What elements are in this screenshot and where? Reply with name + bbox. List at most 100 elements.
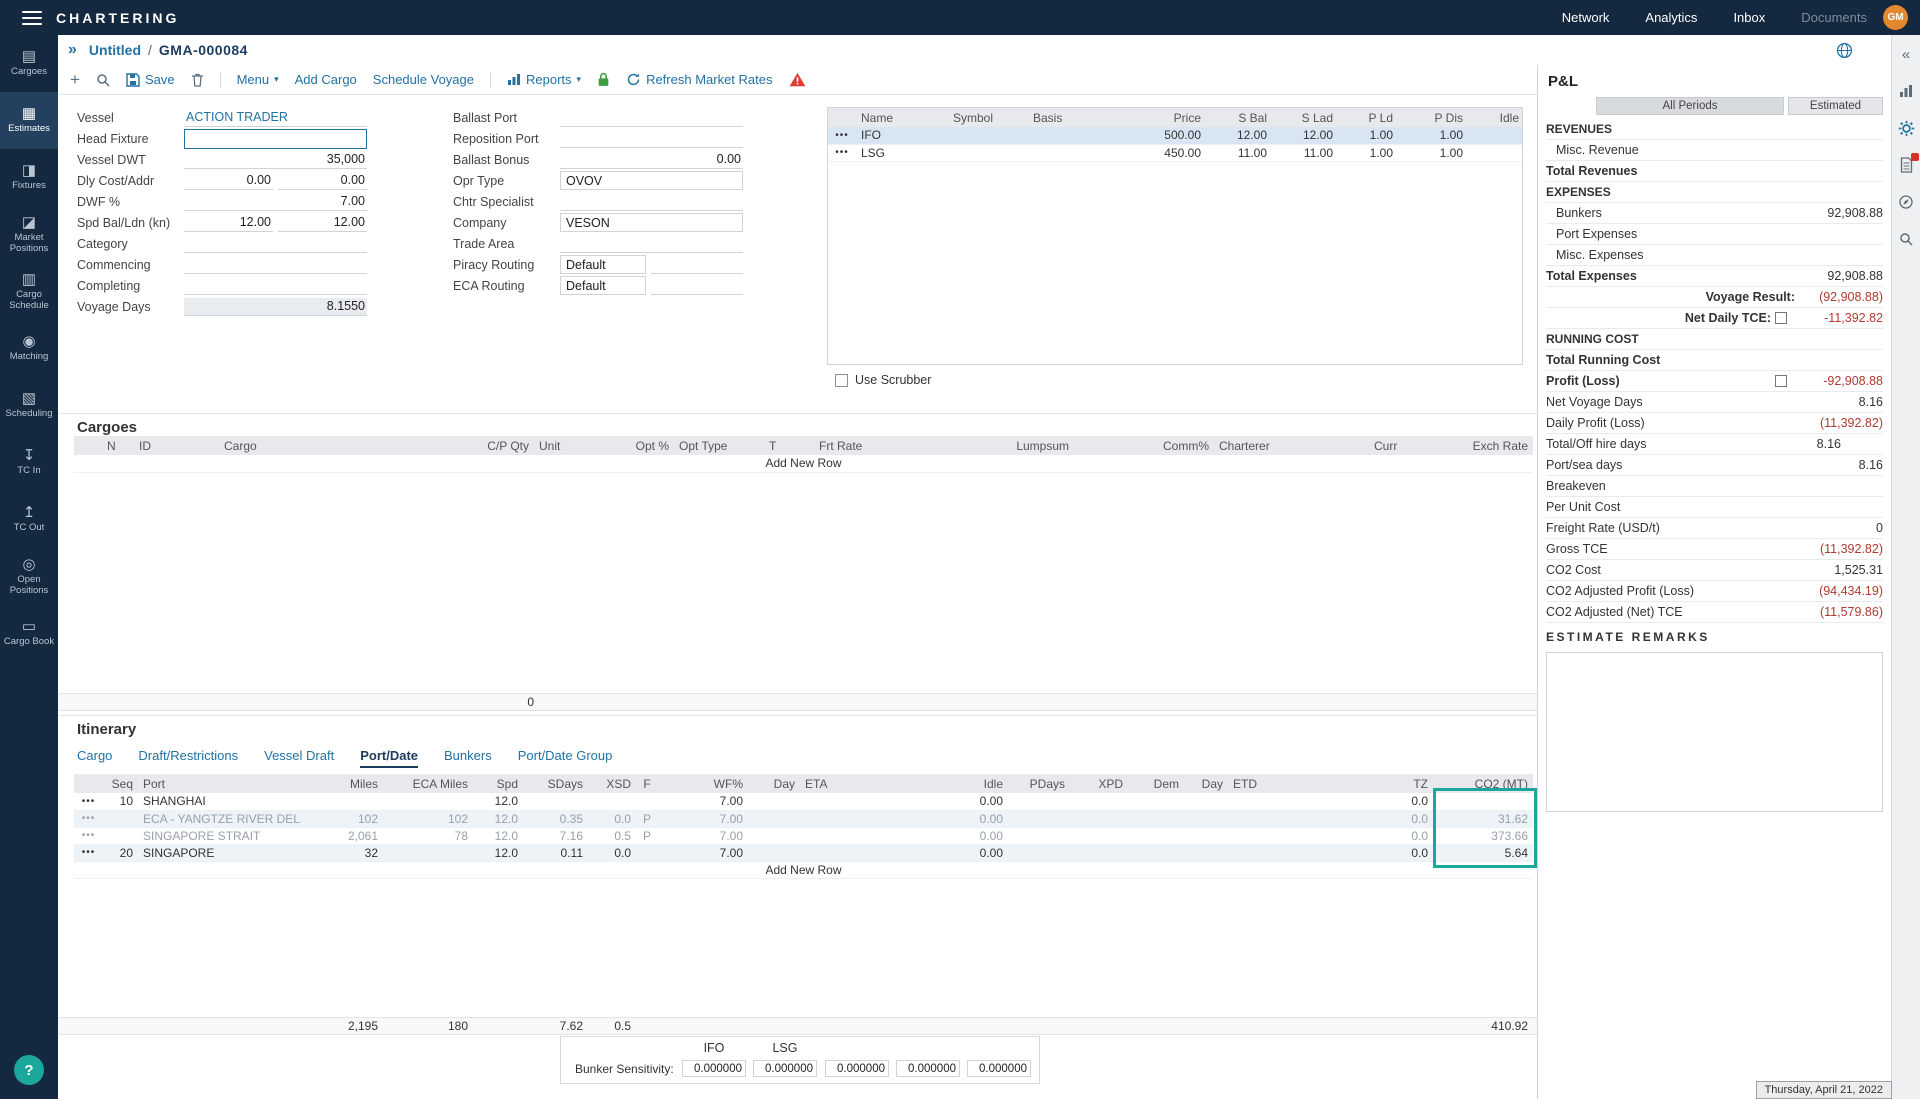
bunker-row[interactable]: •••IFO500.0012.0012.001.001.00 (828, 127, 1523, 144)
menu-button[interactable]: Menu ▾ (237, 72, 279, 87)
field-chtr-specialist[interactable] (560, 193, 743, 211)
bunker-sensitivity-input-4[interactable] (896, 1060, 960, 1077)
lock-button[interactable] (597, 72, 610, 87)
cell-spd[interactable]: 12.0 (473, 827, 523, 844)
cell-xsd[interactable] (588, 793, 636, 810)
bunker-sensitivity-input-5[interactable] (967, 1060, 1031, 1077)
tab-port-date[interactable]: Port/Date (360, 748, 418, 768)
field-eca-routing[interactable]: Default (560, 276, 646, 295)
cell-price[interactable]: 500.00 (1116, 127, 1206, 144)
cell-pdays[interactable] (1008, 810, 1070, 827)
cell-eca-miles[interactable]: 78 (383, 827, 473, 844)
field-reposition-port[interactable] (560, 130, 743, 148)
cell-spd[interactable]: 12.0 (473, 793, 523, 810)
cell-s-lad[interactable]: 12.00 (1272, 127, 1338, 144)
sidebar-item-scheduling[interactable]: ▧Scheduling (0, 377, 58, 434)
field-eca-routing-extra[interactable] (651, 277, 743, 295)
itinerary-row[interactable]: •••ECA - YANGTZE RIVER DEL10210212.00.35… (74, 810, 1533, 827)
cell-xsd[interactable]: 0.5 (588, 827, 636, 844)
cell-p-dis[interactable]: 1.00 (1398, 144, 1468, 161)
cell-tz[interactable]: 0.0 (1388, 827, 1433, 844)
field-dly-cost-addr-2[interactable] (278, 172, 367, 190)
cell-co2-mt[interactable]: 373.66 (1433, 827, 1533, 844)
estimate-remarks-box[interactable] (1546, 652, 1883, 812)
row-menu-button[interactable]: ••• (74, 793, 103, 810)
sidebar-item-market-positions[interactable]: ◪Market Positions (0, 206, 58, 263)
bunker-sensitivity-input-1[interactable] (682, 1060, 746, 1077)
cell-dem[interactable] (1128, 827, 1184, 844)
cell-eta[interactable] (800, 793, 948, 810)
field-spd-bal-ldn-kn-1[interactable] (184, 214, 273, 232)
collapse-pnl-button[interactable]: « (1897, 45, 1915, 63)
field-opr-type[interactable]: OVOV (560, 171, 743, 190)
topnav-network[interactable]: Network (1562, 10, 1610, 25)
add-new-row-button[interactable]: Add New Row (74, 455, 1533, 472)
cell-day[interactable] (748, 810, 800, 827)
field-ballast-port[interactable] (560, 109, 743, 127)
cell-miles[interactable] (303, 793, 383, 810)
row-menu-button[interactable]: ••• (828, 144, 856, 161)
field-trade-area[interactable] (560, 235, 743, 253)
globe-icon[interactable] (1836, 42, 1853, 59)
cell-miles[interactable]: 2,061 (303, 827, 383, 844)
cell-day-2[interactable] (1184, 810, 1228, 827)
cell-f[interactable] (636, 793, 658, 810)
search-button[interactable] (96, 73, 110, 87)
field-voyage-days[interactable] (184, 298, 367, 316)
cell-co2-mt[interactable]: 5.64 (1433, 844, 1533, 861)
tab-cargo[interactable]: Cargo (77, 748, 112, 768)
cell-sdays[interactable]: 0.11 (523, 844, 588, 861)
cell-xpd[interactable] (1070, 810, 1128, 827)
cell-name[interactable]: IFO (856, 127, 948, 144)
field-dwf[interactable] (184, 193, 367, 211)
search-panel-icon[interactable] (1897, 230, 1915, 248)
cell-wf-pct[interactable]: 7.00 (658, 844, 748, 861)
chart-icon[interactable] (1897, 82, 1915, 100)
cell-pdays[interactable] (1008, 793, 1070, 810)
cell-p-ld[interactable]: 1.00 (1338, 127, 1398, 144)
user-avatar[interactable]: GM (1883, 5, 1908, 30)
cell-f[interactable]: P (636, 810, 658, 827)
tab-port-date-group[interactable]: Port/Date Group (518, 748, 613, 768)
cell-port[interactable]: SHANGHAI (138, 793, 303, 810)
cell-symbol[interactable] (948, 144, 1028, 161)
topnav-documents[interactable]: Documents (1801, 10, 1867, 25)
cell-eta[interactable] (800, 810, 948, 827)
cell-day[interactable] (748, 827, 800, 844)
cell-idle[interactable]: 0.00 (948, 810, 1008, 827)
cell-p-dis[interactable]: 1.00 (1398, 127, 1468, 144)
field-vessel[interactable] (184, 109, 367, 127)
itinerary-row[interactable]: •••20SINGAPORE3212.00.110.07.000.000.05.… (74, 844, 1533, 861)
cell-pdays[interactable] (1008, 827, 1070, 844)
cell-sdays[interactable]: 7.16 (523, 827, 588, 844)
cell-seq[interactable] (103, 810, 138, 827)
cell-miles[interactable]: 32 (303, 844, 383, 861)
cell-tz[interactable]: 0.0 (1388, 810, 1433, 827)
sidebar-item-matching[interactable]: ◉Matching (0, 320, 58, 377)
field-piracy-routing[interactable]: Default (560, 255, 646, 274)
bunker-sensitivity-input-3[interactable] (825, 1060, 889, 1077)
cell-day-2[interactable] (1184, 793, 1228, 810)
cell-miles[interactable]: 102 (303, 810, 383, 827)
cell-idle[interactable]: 0.00 (948, 844, 1008, 861)
itinerary-row[interactable]: •••SINGAPORE STRAIT2,0617812.07.160.5P7.… (74, 827, 1533, 844)
cell-day[interactable] (748, 844, 800, 861)
field-ballast-bonus[interactable] (560, 151, 743, 169)
cell-port[interactable]: ECA - YANGTZE RIVER DEL (138, 810, 303, 827)
save-button[interactable]: Save (126, 72, 175, 87)
pnl-tab-all-periods[interactable]: All Periods (1596, 97, 1784, 115)
cell-pdays[interactable] (1008, 844, 1070, 861)
field-head-fixture[interactable] (184, 129, 367, 149)
field-vessel-dwt[interactable] (184, 151, 367, 169)
cell-xsd[interactable]: 0.0 (588, 810, 636, 827)
cell-spd[interactable]: 12.0 (473, 810, 523, 827)
hamburger-menu-icon[interactable] (22, 11, 42, 25)
cell-co2-mt[interactable] (1433, 793, 1533, 810)
use-scrubber-toggle[interactable]: Use Scrubber (835, 373, 931, 387)
schedule-voyage-button[interactable]: Schedule Voyage (373, 72, 474, 87)
topnav-analytics[interactable]: Analytics (1645, 10, 1697, 25)
tab-vessel-draft[interactable]: Vessel Draft (264, 748, 334, 768)
field-spd-bal-ldn-kn-2[interactable] (278, 214, 367, 232)
field-dly-cost-addr-1[interactable] (184, 172, 273, 190)
cell-dem[interactable] (1128, 844, 1184, 861)
